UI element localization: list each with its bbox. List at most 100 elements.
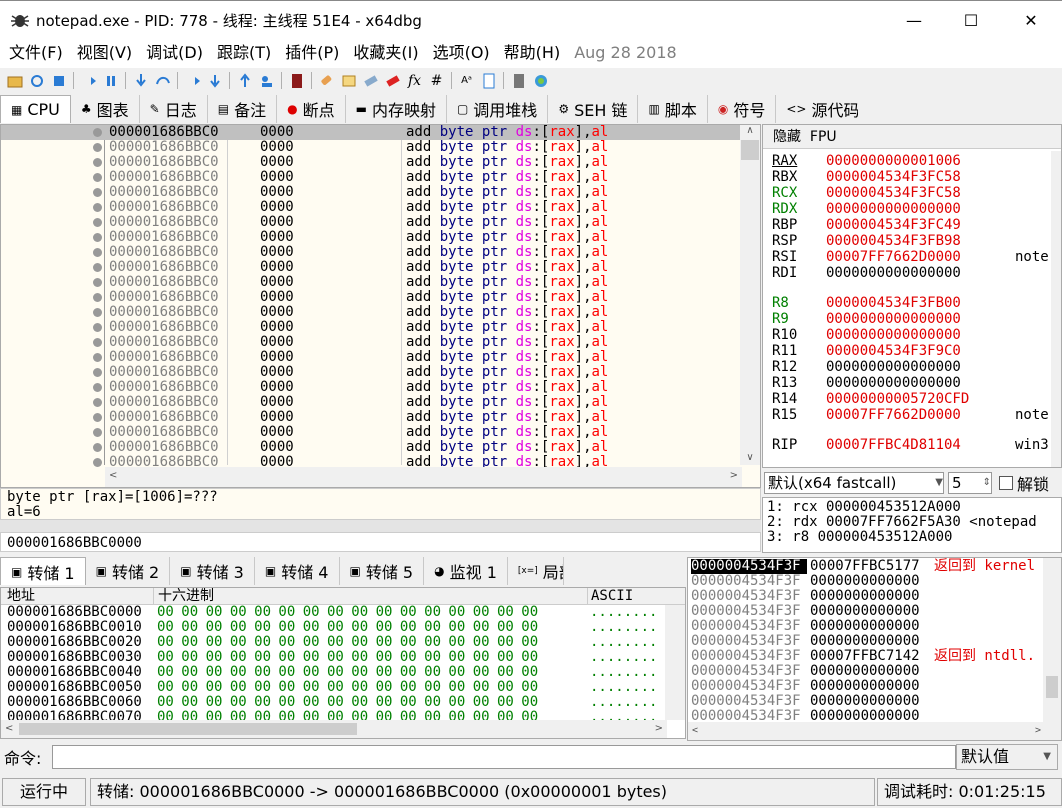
command-input[interactable]: [52, 745, 956, 769]
menu-help[interactable]: 帮助(H): [499, 38, 570, 68]
maximize-button[interactable]: ☐: [948, 5, 994, 35]
tab-memory-map[interactable]: ▬ 内存映射: [346, 95, 447, 123]
breakpoint-dot-icon[interactable]: [93, 383, 102, 392]
disassembly-row[interactable]: 000001686BBC0 0000 add byte ptr ds:[rax],a…: [1, 155, 741, 170]
hash-icon[interactable]: #: [427, 71, 446, 90]
disassembly-row[interactable]: 000001686BBC0 0000 add byte ptr ds:[rax],a…: [1, 230, 741, 245]
disassembly-row[interactable]: 000001686BBC0 0000 add byte ptr ds:[rax],a…: [1, 320, 741, 335]
stack-row[interactable]: 0000004534F3F 0000000000000: [688, 604, 1061, 619]
dump-row[interactable]: 000001686BBC0040 00 00 00 00 00 00 00 00 …: [1, 665, 685, 680]
disassembly-row[interactable]: 000001686BBC0 0000 add byte ptr ds:[rax],a…: [1, 380, 741, 395]
scylla-icon[interactable]: [287, 71, 306, 90]
disassembly-row[interactable]: 000001686BBC0 0000 add byte ptr ds:[rax],a…: [1, 395, 741, 410]
register-row[interactable]: RCX 0000004534F3FC58: [763, 185, 1061, 201]
disassembly-row[interactable]: 000001686BBC0 0000 add byte ptr ds:[rax],a…: [1, 125, 741, 140]
stack-row[interactable]: 0000004534F3F 00007FFBC7142 返回到 ntdll.: [688, 649, 1061, 664]
stack-row[interactable]: 0000004534F3F 0000000000000: [688, 694, 1061, 709]
stack-hscrollbar[interactable]: < >: [688, 722, 1061, 740]
tab-call-stack[interactable]: ▢ 调用堆栈: [447, 95, 549, 123]
trace-into-icon[interactable]: [183, 71, 202, 90]
pause-icon[interactable]: [101, 71, 120, 90]
breakpoint-dot-icon[interactable]: [93, 128, 102, 137]
dump-row[interactable]: 000001686BBC0000 00 00 00 00 00 00 00 00 …: [1, 605, 685, 620]
call-convention-select[interactable]: 默认(x64 fastcall) ▼: [764, 472, 944, 494]
disassembly-row[interactable]: 000001686BBC0 0000 add byte ptr ds:[rax],a…: [1, 425, 741, 440]
disassembly-row[interactable]: 000001686BBC0 0000 add byte ptr ds:[rax],a…: [1, 140, 741, 155]
register-row[interactable]: R15 00007FF7662D0000 note: [763, 407, 1061, 423]
tab-seh-chain[interactable]: ⚙ SEH 链: [548, 95, 639, 123]
close-button[interactable]: ✕: [1008, 5, 1054, 35]
stack-row[interactable]: 0000004534F3F 0000000000000: [688, 679, 1061, 694]
disassembly-row[interactable]: 000001686BBC0 0000 add byte ptr ds:[rax],a…: [1, 215, 741, 230]
dump-row[interactable]: 000001686BBC0060 00 00 00 00 00 00 00 00 …: [1, 695, 685, 710]
disassembly-row[interactable]: 000001686BBC0 0000 add byte ptr ds:[rax],a…: [1, 260, 741, 275]
run-icon[interactable]: [79, 71, 98, 90]
dump-hscrollbar[interactable]: < >: [1, 720, 667, 738]
breakpoint-dot-icon[interactable]: [93, 308, 102, 317]
breakpoint-dot-icon[interactable]: [93, 428, 102, 437]
register-row[interactable]: RAX 0000000000001006: [763, 153, 1061, 169]
register-row[interactable]: R14 00000000005720CFD: [763, 391, 1061, 407]
register-row[interactable]: [763, 423, 1061, 437]
stack-row[interactable]: 0000004534F3F 00007FFBC5177 返回到 kernel: [688, 559, 1061, 574]
stack-view[interactable]: 0000004534F3F 00007FFBC5177 返回到 kernel 0000…: [687, 557, 1062, 741]
disassembly-row[interactable]: 000001686BBC0 0000 add byte ptr ds:[rax],a…: [1, 440, 741, 455]
register-row[interactable]: R12 0000000000000000: [763, 359, 1061, 375]
menu-debug[interactable]: 调试(D): [141, 38, 212, 68]
register-row[interactable]: [763, 281, 1061, 295]
register-row[interactable]: RDX 0000000000000000: [763, 201, 1061, 217]
minimize-button[interactable]: —: [891, 5, 937, 35]
open-icon[interactable]: [5, 71, 24, 90]
disassembly-row[interactable]: 000001686BBC0 0000 add byte ptr ds:[rax],a…: [1, 200, 741, 215]
register-row[interactable]: RDI 0000000000000000: [763, 265, 1061, 281]
tab-dump-2[interactable]: ▣ 转储 2: [86, 557, 171, 585]
breakpoint-dot-icon[interactable]: [93, 338, 102, 347]
breakpoint-dot-icon[interactable]: [93, 458, 102, 467]
disassembly-row[interactable]: 000001686BBC0 0000 add byte ptr ds:[rax],a…: [1, 185, 741, 200]
tab-watch-1[interactable]: ◕ 监视 1: [424, 557, 508, 585]
tab-graph[interactable]: ♣ 图表: [71, 95, 140, 123]
tab-dump-3[interactable]: ▣ 转储 3: [170, 557, 255, 585]
fpu-label[interactable]: FPU: [810, 129, 837, 145]
breakpoint-dot-icon[interactable]: [93, 248, 102, 257]
menu-trace[interactable]: 跟踪(T): [212, 38, 280, 68]
tab-source[interactable]: <> 源代码: [776, 95, 858, 123]
label-icon[interactable]: [361, 71, 380, 90]
comment-icon[interactable]: [339, 71, 358, 90]
breakpoint-dot-icon[interactable]: [93, 413, 102, 422]
trace-over-icon[interactable]: [205, 71, 224, 90]
register-row[interactable]: R8 0000004534F3FB00: [763, 295, 1061, 311]
breakpoint-dot-icon[interactable]: [93, 158, 102, 167]
breakpoint-dot-icon[interactable]: [93, 188, 102, 197]
dump-vscrollbar[interactable]: [665, 605, 685, 720]
breakpoint-dot-icon[interactable]: [93, 173, 102, 182]
breakpoint-dot-icon[interactable]: [93, 368, 102, 377]
disassembly-row[interactable]: 000001686BBC0 0000 add byte ptr ds:[rax],a…: [1, 350, 741, 365]
stack-row[interactable]: 0000004534F3F 0000000000000: [688, 574, 1061, 589]
hex-dump-view[interactable]: 地址 十六进制 ASCII 000001686BBC0000 00 00 00 0…: [0, 587, 686, 739]
breakpoint-dot-icon[interactable]: [93, 398, 102, 407]
tab-locals[interactable]: [x=] 局部: [508, 557, 564, 585]
register-row[interactable]: RSI 00007FF7662D0000 note: [763, 249, 1061, 265]
strings-icon[interactable]: [479, 71, 498, 90]
menu-file[interactable]: 文件(F): [4, 38, 72, 68]
dump-row[interactable]: 000001686BBC0020 00 00 00 00 00 00 00 00 …: [1, 635, 685, 650]
stack-row[interactable]: 0000004534F3F 0000000000000: [688, 664, 1061, 679]
breakpoint-dot-icon[interactable]: [93, 443, 102, 452]
tab-dump-4[interactable]: ▣ 转储 4: [255, 557, 340, 585]
tab-dump-1[interactable]: ▣ 转储 1: [0, 557, 86, 585]
stack-row[interactable]: 0000004534F3F 0000000000000: [688, 634, 1061, 649]
menu-favourites[interactable]: 收藏夹(I): [348, 38, 427, 68]
function-icon[interactable]: fx: [405, 71, 424, 90]
bookmark-icon[interactable]: [383, 71, 402, 90]
dump-row[interactable]: 000001686BBC0010 00 00 00 00 00 00 00 00 …: [1, 620, 685, 635]
restart-icon[interactable]: [27, 71, 46, 90]
breakpoint-dot-icon[interactable]: [93, 218, 102, 227]
hide-fpu-toggle[interactable]: 隐藏: [773, 129, 801, 145]
register-row[interactable]: RIP 00007FFBC4D81104 win3: [763, 437, 1061, 453]
breakpoint-dot-icon[interactable]: [93, 233, 102, 242]
disassembly-row[interactable]: 000001686BBC0 0000 add byte ptr ds:[rax],a…: [1, 365, 741, 380]
breakpoint-dot-icon[interactable]: [93, 143, 102, 152]
tab-notes[interactable]: ▤ 备注: [208, 95, 278, 123]
register-row[interactable]: RSP 0000004534F3FB98: [763, 233, 1061, 249]
